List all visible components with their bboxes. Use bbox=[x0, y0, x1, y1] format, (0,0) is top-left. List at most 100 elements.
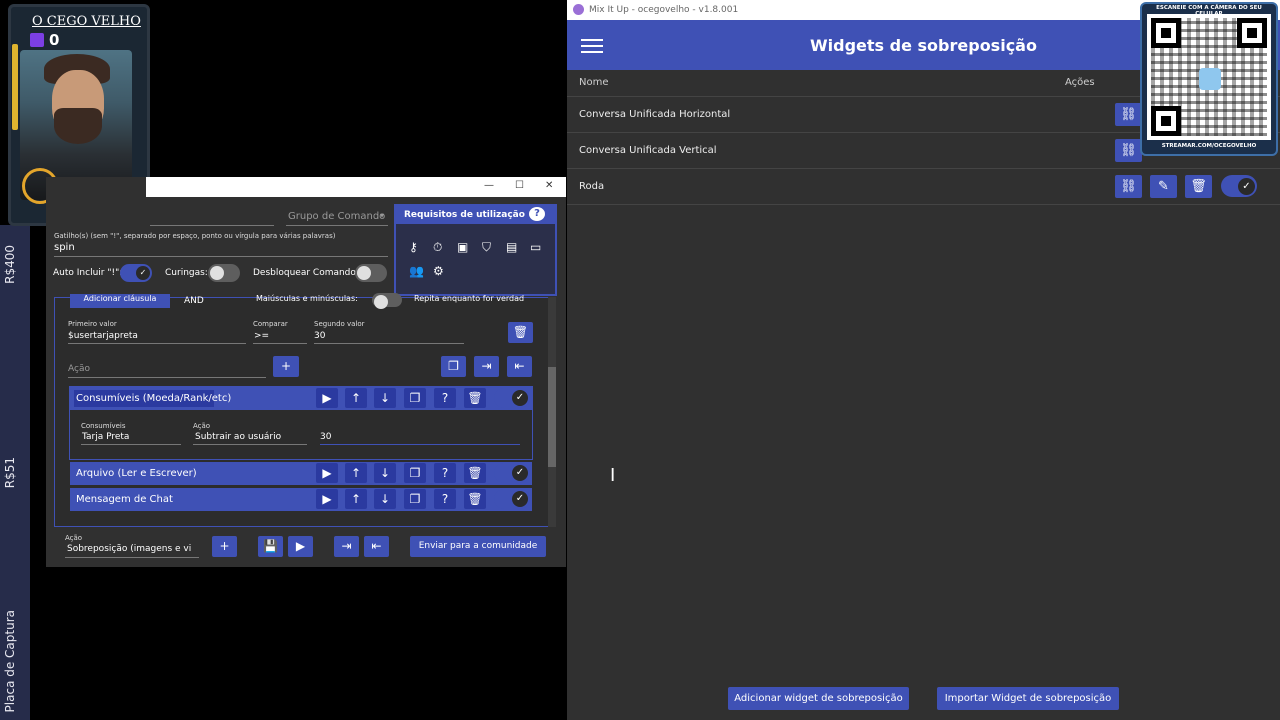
duplicate-icon[interactable]: ❐ bbox=[404, 463, 426, 483]
console-icon[interactable]: ▭ bbox=[530, 240, 541, 254]
column-header-actions: Ações bbox=[1065, 77, 1095, 88]
donation-label-middle: R$51 bbox=[3, 457, 17, 489]
compare-label: Comparar bbox=[253, 320, 288, 328]
export-icon[interactable]: ⇥ bbox=[334, 536, 359, 557]
command-editor-titlebar bbox=[146, 177, 566, 197]
wildcards-label: Curingas: bbox=[165, 268, 208, 278]
twitch-icon bbox=[30, 33, 44, 47]
widget-enabled-toggle[interactable]: ✓ bbox=[1221, 175, 1257, 197]
action-title[interactable]: Arquivo (Ler e Escrever) bbox=[76, 468, 197, 479]
viewer-count: 0 bbox=[49, 31, 60, 49]
auto-include-toggle[interactable]: ✓ bbox=[120, 264, 152, 282]
edit-icon[interactable]: ✎ bbox=[1150, 175, 1177, 198]
action-header[interactable]: Consumíveis (Moeda/Rank/etc) ▶ ↑ ↓ ❐ ? 🗑… bbox=[70, 387, 532, 410]
action-item-file[interactable]: Arquivo (Ler e Escrever) ▶ ↑ ↓ ❐ ? 🗑 ✓ bbox=[70, 462, 532, 485]
webcam-side-bar bbox=[12, 44, 18, 130]
action-title[interactable]: Mensagem de Chat bbox=[76, 494, 173, 505]
chevron-down-icon: ▾ bbox=[380, 211, 385, 220]
unlock-command-toggle[interactable] bbox=[355, 264, 387, 282]
copy-icon[interactable]: ❐ bbox=[441, 356, 466, 377]
archive-icon[interactable]: ▤ bbox=[506, 240, 517, 254]
add-clause-button[interactable]: Adicionar cláusula bbox=[70, 294, 170, 308]
timer-icon[interactable]: ⏱ bbox=[433, 240, 442, 255]
duplicate-icon[interactable]: ❐ bbox=[404, 388, 426, 408]
action-item-chat[interactable]: Mensagem de Chat ▶ ↑ ↓ ❐ ? 🗑 ✓ bbox=[70, 488, 532, 511]
test-play-icon[interactable]: ▶ bbox=[288, 536, 313, 557]
mixitup-logo-icon bbox=[573, 4, 584, 15]
delete-icon[interactable]: 🗑 bbox=[464, 463, 486, 483]
action-enabled-toggle[interactable]: ✓ bbox=[494, 463, 530, 483]
import-icon[interactable]: ⇤ bbox=[364, 536, 389, 557]
action-title[interactable]: Consumíveis (Moeda/Rank/etc) bbox=[76, 393, 231, 404]
link-icon[interactable]: ⛓ bbox=[1115, 103, 1142, 126]
gear-icon[interactable]: ⚙ bbox=[433, 264, 444, 278]
first-value-input[interactable]: $usertarjapreta bbox=[68, 331, 138, 341]
help-icon[interactable]: ? bbox=[434, 388, 456, 408]
move-up-icon[interactable]: ↑ bbox=[345, 463, 367, 483]
close-icon[interactable]: ✕ bbox=[545, 180, 553, 191]
second-value-label: Segundo valor bbox=[314, 320, 365, 328]
move-down-icon[interactable]: ↓ bbox=[374, 489, 396, 509]
streamer-name: O CEGO VELHO bbox=[32, 14, 141, 29]
play-icon[interactable]: ▶ bbox=[316, 463, 338, 483]
first-value-label: Primeiro valor bbox=[68, 320, 117, 328]
move-down-icon[interactable]: ↓ bbox=[374, 388, 396, 408]
help-icon[interactable]: ? bbox=[434, 463, 456, 483]
send-to-community-button[interactable]: Enviar para a comunidade bbox=[410, 536, 546, 557]
play-icon[interactable]: ▶ bbox=[316, 489, 338, 509]
play-icon[interactable]: ▶ bbox=[316, 388, 338, 408]
delete-icon[interactable]: 🗑 bbox=[464, 388, 486, 408]
action-select[interactable]: Subtrair ao usuário bbox=[195, 432, 281, 442]
scrollbar[interactable] bbox=[548, 297, 556, 527]
compare-select[interactable]: >= bbox=[254, 331, 269, 341]
command-group-select[interactable]: Grupo de Comando bbox=[288, 211, 385, 222]
delete-icon[interactable]: 🗑 bbox=[464, 489, 486, 509]
move-down-icon[interactable]: ↓ bbox=[374, 463, 396, 483]
case-sensitive-toggle[interactable] bbox=[372, 293, 402, 309]
shield-icon[interactable]: ⛉ bbox=[482, 240, 491, 255]
link-icon[interactable]: ⛓ bbox=[1115, 139, 1142, 162]
qr-caption-bottom: STREAMAR.COM/OCEGOVELHO bbox=[1161, 143, 1257, 149]
move-up-icon[interactable]: ↑ bbox=[345, 388, 367, 408]
maximize-icon[interactable]: ☐ bbox=[515, 180, 524, 191]
add-action-button[interactable]: + bbox=[273, 356, 299, 377]
help-icon[interactable]: ? bbox=[434, 489, 456, 509]
users-icon[interactable]: 👥 bbox=[409, 264, 424, 278]
import-icon[interactable]: ⇤ bbox=[507, 356, 532, 377]
widget-row: Roda ⛓ ✎ 🗑 ✓ bbox=[567, 169, 1280, 205]
move-up-icon[interactable]: ↑ bbox=[345, 489, 367, 509]
action-type-select[interactable]: Ação bbox=[68, 364, 90, 374]
second-value-input[interactable]: 30 bbox=[314, 331, 325, 341]
action-enabled-toggle[interactable]: ✓ bbox=[494, 388, 530, 408]
help-icon[interactable]: ? bbox=[529, 207, 545, 221]
save-icon[interactable]: 💾 bbox=[258, 536, 283, 557]
case-sensitive-label: Maiúsculas e minúsculas: bbox=[256, 294, 358, 303]
wildcards-toggle[interactable] bbox=[208, 264, 240, 282]
bottom-action-label: Ação bbox=[65, 534, 83, 542]
action-label: Ação bbox=[193, 422, 211, 430]
delete-icon[interactable]: 🗑 bbox=[1185, 175, 1212, 198]
column-header-name: Nome bbox=[579, 77, 609, 88]
minimize-icon[interactable]: — bbox=[484, 180, 494, 191]
add-widget-button[interactable]: Adicionar widget de sobreposição bbox=[728, 687, 909, 710]
bottom-action-select[interactable]: Sobreposição (imagens e vi bbox=[67, 544, 191, 554]
action-enabled-toggle[interactable]: ✓ bbox=[494, 489, 530, 509]
qr-code-icon bbox=[1147, 14, 1271, 140]
triggers-input[interactable]: spin bbox=[54, 242, 75, 253]
link-icon[interactable]: ⛓ bbox=[1115, 175, 1142, 198]
duplicate-icon[interactable]: ❐ bbox=[404, 489, 426, 509]
clause-operator-select[interactable]: AND bbox=[184, 296, 204, 306]
export-icon[interactable]: ⇥ bbox=[474, 356, 499, 377]
auto-include-label: Auto Incluir "!": bbox=[53, 268, 123, 278]
import-widget-button[interactable]: Importar Widget de sobreposição bbox=[937, 687, 1119, 710]
consumable-select[interactable]: Tarja Preta bbox=[82, 432, 129, 442]
add-bottom-action-button[interactable]: + bbox=[212, 536, 237, 557]
currency-icon[interactable]: ▣ bbox=[457, 240, 468, 254]
amount-input[interactable]: 30 bbox=[320, 432, 331, 442]
delete-clause-icon[interactable]: 🗑 bbox=[508, 322, 533, 343]
consumable-label: Consumíveis bbox=[81, 422, 126, 430]
stream-sidebar: R$400 R$51 Placa de Captura bbox=[0, 225, 30, 720]
triggers-label: Gatilho(s) (sem "!", separado por espaço… bbox=[54, 232, 336, 240]
text-cursor-icon: I bbox=[610, 465, 616, 486]
key-icon[interactable]: ⚷ bbox=[409, 240, 418, 254]
